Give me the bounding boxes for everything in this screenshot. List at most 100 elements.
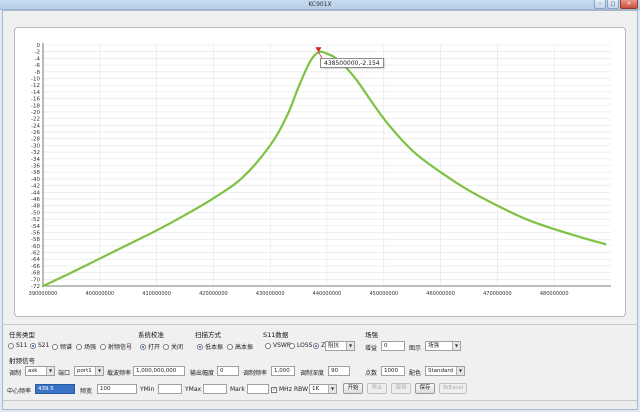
ymin-input[interactable] [158,384,182,394]
gain-input[interactable]: 0 [381,341,405,351]
y-tick-label: -4 [35,56,41,62]
x-tick-label: 470000000 [483,291,512,297]
x-tick-label: 390000000 [29,291,58,297]
y-tick-label: -48 [31,204,40,210]
control-panel: 任务类型 系统校准 扫描方式 S11数据 场强 S11 S21 频谱 场强 射频… [3,324,637,400]
calibration-off-radio[interactable]: 关闭 [163,342,183,351]
s11-z-radio[interactable]: Z [313,342,325,349]
y-tick-label: -56 [31,230,40,236]
mark-label: Mark [230,386,245,393]
task-s11-radio[interactable]: S11 [8,342,27,349]
window-controls: – □ ✕ [593,0,638,9]
s11-format-select[interactable]: 阻抗 ▼ [325,341,355,351]
s11-loss-radio[interactable]: LOSS [289,342,312,349]
task-rf-radio[interactable]: 射频信号 [100,342,132,351]
y-tick-label: -28 [31,137,40,143]
carrier-freq-input[interactable]: 1,000,000,000 [133,366,185,376]
rf-signal-title: 射频信号 [9,357,35,365]
display-select[interactable]: 场强 ▼ [425,341,461,351]
modulation-select[interactable]: ask ▼ [25,366,55,376]
y-tick-label: -38 [31,170,40,176]
carrier-freq-label: 载波频率 [107,370,132,377]
scan-low-lo-radio[interactable]: 低本振 [197,342,223,351]
task-spectrum-label: 频谱 [60,344,73,351]
minimize-button[interactable]: – [594,0,606,9]
color-scheme-select[interactable]: Standard ▼ [425,366,465,376]
mod-freq-label: 调制频率 [243,370,268,377]
task-s21-label: S21 [38,342,50,349]
s11-loss-label: LOSS [297,342,313,349]
y-tick-label: -36 [31,164,40,170]
y-tick-label: -32 [31,150,40,156]
maximize-button[interactable]: □ [607,0,619,9]
radio-mark [289,342,295,349]
chevron-down-icon: ▼ [95,367,103,375]
save-button[interactable]: 保存 [415,383,435,394]
chevron-down-icon: ▼ [452,342,460,350]
chevron-down-icon: ▼ [346,342,354,350]
port-select[interactable]: port1 ▼ [74,366,104,376]
s11-vswr-radio[interactable]: VSWR [265,342,291,349]
radio-mark [76,343,82,350]
chevron-down-icon: ▼ [456,367,464,375]
task-spectrum-radio[interactable]: 频谱 [52,342,72,351]
x-tick-label: 480000000 [540,291,569,297]
display-label: 图示 [409,345,422,352]
y-tick-label: -52 [31,217,40,223]
y-tick-label: -14 [31,90,40,96]
task-field-radio[interactable]: 场强 [76,342,96,351]
to-excel-button[interactable]: ToExcel [439,383,467,394]
field-strength-title: 场强 [365,331,378,339]
x-tick-label: 440000000 [313,291,342,297]
y-tick-label: -20 [31,110,40,116]
center-freq-input[interactable]: 439.5 [35,384,75,394]
mod-freq-input[interactable]: 1,000 [271,366,295,376]
mod-depth-input[interactable]: 90 [328,366,350,376]
y-tick-label: -60 [31,244,40,250]
x-tick-label: 420000000 [199,291,228,297]
calibration-on-radio[interactable]: 打开 [140,342,160,351]
y-tick-label: -10 [31,76,40,82]
marker-tooltip: 438500000,-2.154 [320,58,384,68]
points-label: 点数 [365,370,378,377]
title-bar: KC901X – □ ✕ [0,0,640,10]
y-tick-label: -72 [31,284,40,290]
rbw-select[interactable]: 1K ▼ [309,384,337,394]
task-type-title: 任务类型 [9,331,35,339]
calibration-title: 系统校准 [138,331,164,339]
ymax-input[interactable] [203,384,227,394]
radio-mark [197,343,203,350]
y-tick-label: -46 [31,197,40,203]
x-tick-label: 450000000 [369,291,398,297]
task-rf-label: 射频信号 [108,344,133,351]
y-tick-label: -24 [31,123,40,129]
rbw-label: RBW [294,386,309,393]
points-input[interactable]: 1000 [381,366,405,376]
task-s21-radio[interactable]: S21 [30,342,49,349]
radio-mark [30,342,36,349]
radio-mark [265,342,271,349]
y-tick-label: -12 [31,83,40,89]
span-input[interactable]: 100 [97,384,137,394]
radio-mark [313,342,319,349]
hold-button[interactable]: 保持 [391,383,411,394]
stop-button[interactable]: 停止 [367,383,387,394]
mhz-checkbox[interactable]: ✓ MHz [271,386,292,393]
scan-high-lo-radio[interactable]: 高本振 [227,342,253,351]
start-button[interactable]: 开始 [343,383,363,394]
check-icon: ✓ [271,386,277,393]
task-field-label: 场强 [84,344,97,351]
y-tick-label: -68 [31,271,40,277]
color-scheme-value: Standard [428,368,454,374]
chevron-down-icon: ▼ [46,367,54,375]
output-amplitude-label: 输出幅度 [190,370,215,377]
close-button[interactable]: ✕ [620,0,638,9]
y-tick-label: -2 [35,50,40,56]
output-amplitude-input[interactable]: 0 [217,366,239,376]
y-tick-label: -62 [31,251,40,257]
mark-input[interactable] [247,384,269,394]
s21-chart: 0-2-4-6-8-10-12-14-16-18-20-22-24-26-28-… [29,43,611,297]
ymax-label: YMax [185,386,202,393]
radio-mark [8,342,14,349]
trace-line-0 [41,50,607,288]
